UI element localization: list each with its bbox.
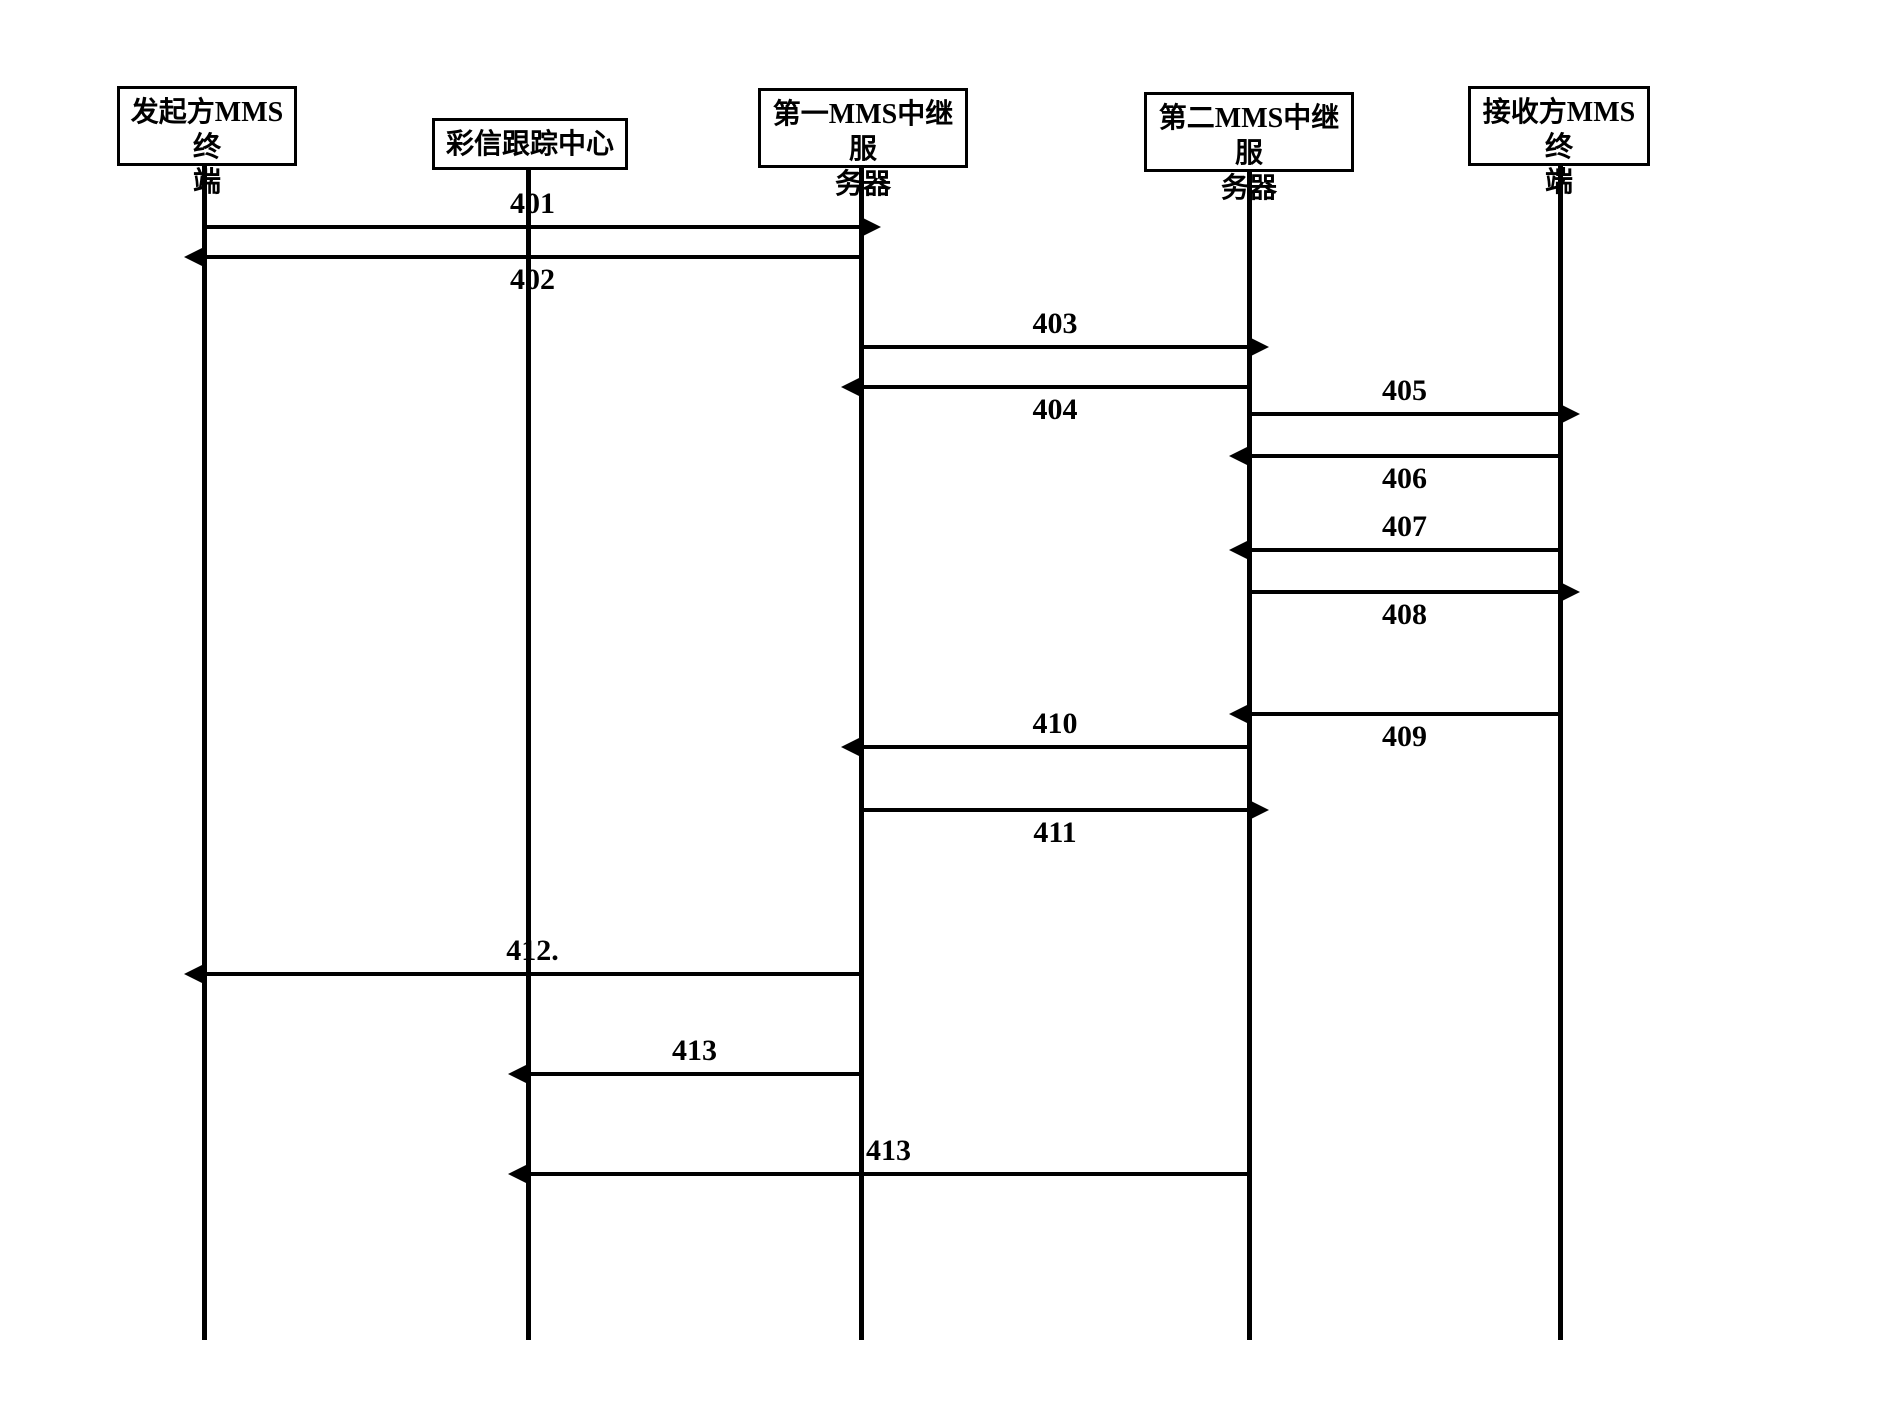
- message-m404: [861, 385, 1249, 389]
- arrowhead-m403: [1247, 336, 1269, 358]
- arrowhead-m413: [508, 1063, 530, 1085]
- message-label-m401: 401: [510, 187, 555, 221]
- arrowhead-m404: [841, 376, 863, 398]
- message-label-m408: 408: [1382, 598, 1427, 632]
- arrowhead-m406: [1229, 445, 1251, 467]
- message-m413: [528, 1072, 861, 1076]
- message-label-m402: 402: [510, 263, 555, 297]
- arrowhead-m401: [859, 216, 881, 238]
- message-m407: [1249, 548, 1560, 552]
- message-m409: [1249, 712, 1560, 716]
- message-m411: [861, 808, 1249, 812]
- message-label-m409: 409: [1382, 720, 1427, 754]
- message-label-m413b: 413: [866, 1134, 911, 1168]
- message-m403: [861, 345, 1249, 349]
- message-label-m403: 403: [1033, 307, 1078, 341]
- arrowhead-m402: [184, 246, 206, 268]
- message-label-m412: 412.: [506, 934, 559, 968]
- arrowhead-m409: [1229, 703, 1251, 725]
- message-label-m406: 406: [1382, 462, 1427, 496]
- message-label-m410: 410: [1033, 707, 1078, 741]
- message-label-m405: 405: [1382, 374, 1427, 408]
- participant-p2: 彩信跟踪中心: [432, 118, 628, 170]
- message-m410: [861, 745, 1249, 749]
- message-m408: [1249, 590, 1560, 594]
- message-m401: [204, 225, 861, 229]
- sequence-diagram: 发起方MMS终端 彩信跟踪中心 第一MMS中继服务器 第二MMS中继服务器 接收方MMS…: [0, 0, 1885, 1415]
- lifeline-p1: [202, 166, 207, 1340]
- arrowhead-m408: [1558, 581, 1580, 603]
- message-m402: [204, 255, 861, 259]
- participant-p5: 接收方MMS终端: [1468, 86, 1650, 166]
- message-label-m407: 407: [1382, 510, 1427, 544]
- lifeline-p5: [1558, 166, 1563, 1340]
- message-label-m413: 413: [672, 1034, 717, 1068]
- arrowhead-m405: [1558, 403, 1580, 425]
- arrowhead-m407: [1229, 539, 1251, 561]
- arrowhead-m411: [1247, 799, 1269, 821]
- message-label-m411: 411: [1033, 816, 1076, 850]
- message-m413b: [528, 1172, 1249, 1176]
- arrowhead-m413b: [508, 1163, 530, 1185]
- message-label-m404: 404: [1033, 393, 1078, 427]
- message-m405: [1249, 412, 1560, 416]
- arrowhead-m412: [184, 963, 206, 985]
- message-m412: [204, 972, 861, 976]
- participant-p3: 第一MMS中继服务器: [758, 88, 968, 168]
- message-m406: [1249, 454, 1560, 458]
- participant-p4: 第二MMS中继服务器: [1144, 92, 1354, 172]
- participant-p1: 发起方MMS终端: [117, 86, 297, 166]
- arrowhead-m410: [841, 736, 863, 758]
